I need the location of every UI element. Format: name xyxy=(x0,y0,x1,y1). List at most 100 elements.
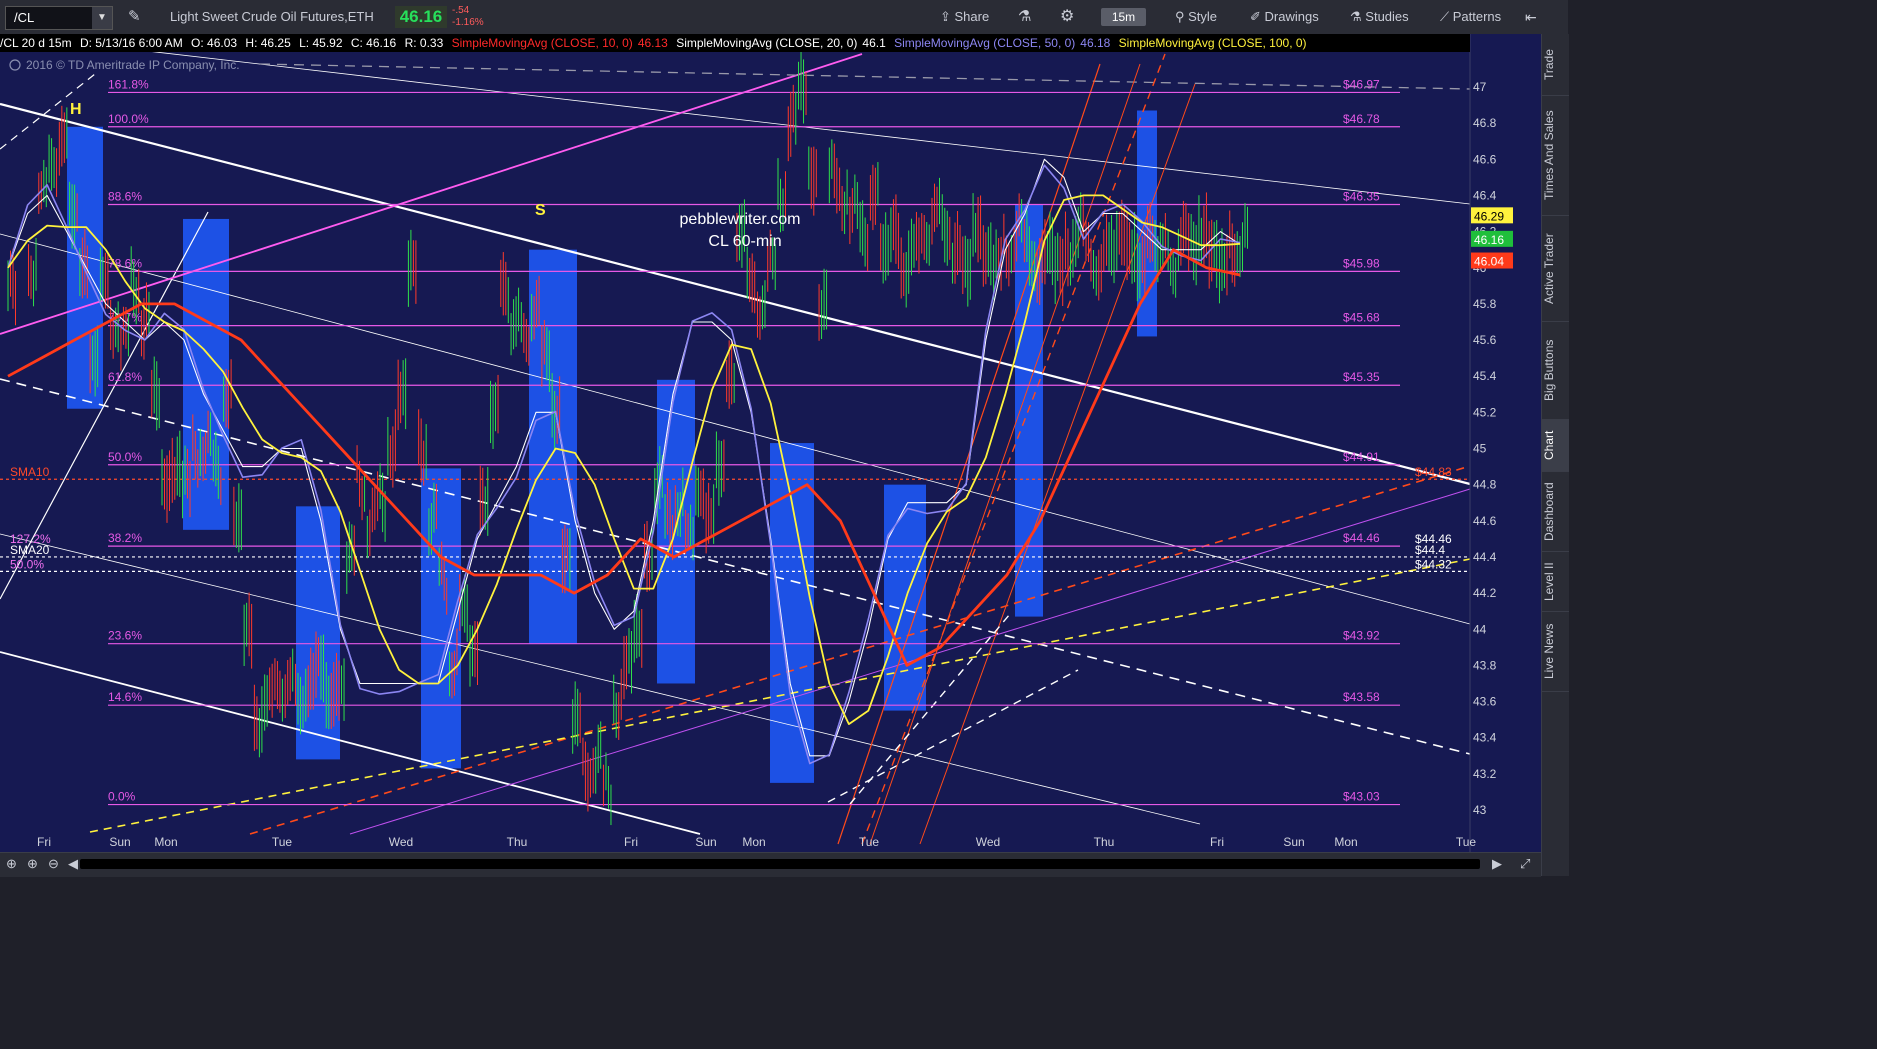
percent-change: -1.16% xyxy=(452,17,484,28)
y-tick-label: 46.4 xyxy=(1473,188,1497,202)
fib-percent-label: 50.0% xyxy=(108,450,142,464)
tab-active-trader[interactable]: Active Trader xyxy=(1542,216,1569,322)
legend-header: /CL 20 d 15m xyxy=(0,36,72,50)
share-button[interactable]: ⇪ Share xyxy=(940,0,989,34)
legend-high: H: 46.25 xyxy=(245,36,291,50)
x-tick-label: Sun xyxy=(1283,835,1304,849)
studies-button[interactable]: ⚗ Studies xyxy=(1350,0,1409,34)
y-tick-label: 46.6 xyxy=(1473,152,1497,166)
top-toolbar: /CL ▼ ✎ Light Sweet Crude Oil Futures,ET… xyxy=(0,0,1568,35)
price-chart[interactable]: 161.8% $46.97 100.0% $46.78 88.6% $46.35 78.6%… xyxy=(0,33,1541,852)
chart-area[interactable]: 161.8% $46.97 100.0% $46.78 88.6% $46.35 78.6%… xyxy=(0,33,1541,852)
x-tick-label: Fri xyxy=(624,835,638,849)
legend-low: L: 45.92 xyxy=(299,36,343,50)
tab-trade[interactable]: Trade xyxy=(1542,34,1569,96)
legend-study-sma10-value: 46.13 xyxy=(637,36,668,50)
trend-line xyxy=(849,613,1011,805)
y-tick-label: 45.2 xyxy=(1473,405,1497,419)
marker-name: 50.0% xyxy=(10,557,44,571)
y-tick-label: 47 xyxy=(1473,80,1487,94)
fib-price-label: $46.97 xyxy=(1343,77,1380,91)
x-tick-label: Tue xyxy=(272,835,293,849)
annotation-h: H xyxy=(70,101,82,118)
patterns-button[interactable]: ⟋ Patterns xyxy=(1440,0,1501,34)
tab-level-ii[interactable]: Level II xyxy=(1542,552,1569,612)
horizontal-scrollbar[interactable] xyxy=(80,859,1480,869)
style-icon: ⚲ xyxy=(1175,9,1189,24)
drawings-button[interactable]: ✐ Drawings xyxy=(1250,0,1319,34)
y-tick-label: 43 xyxy=(1473,803,1487,817)
last-price: 46.16 xyxy=(395,6,447,28)
x-tick-label: Mon xyxy=(742,835,765,849)
fib-percent-label: 61.8% xyxy=(108,370,142,384)
trend-line xyxy=(0,378,1471,755)
chevron-down-icon[interactable]: ▼ xyxy=(92,7,112,29)
pencil-icon[interactable]: ✎ xyxy=(128,0,141,34)
x-tick-label: Fri xyxy=(1210,835,1224,849)
zoom-out-icon[interactable]: ⊖ xyxy=(48,856,59,872)
x-tick-label: Thu xyxy=(507,835,528,849)
fib-price-label: $46.35 xyxy=(1343,189,1380,203)
fib-percent-label: 100.0% xyxy=(108,112,149,126)
legend-range: R: 0.33 xyxy=(404,36,444,50)
y-tick-label: 44.2 xyxy=(1473,586,1497,600)
collapse-icon[interactable]: ⇤ xyxy=(1525,0,1537,34)
legend-study-sma100[interactable]: SimpleMovingAvg (CLOSE, 100, 0) xyxy=(1119,36,1312,50)
price-tag-label: 46.16 xyxy=(1474,233,1504,247)
drawings-label: Drawings xyxy=(1264,9,1319,24)
fib-percent-label: 38.2% xyxy=(108,531,142,545)
tab-big-buttons[interactable]: Big Buttons xyxy=(1542,322,1569,420)
y-tick-label: 44.8 xyxy=(1473,478,1497,492)
style-button[interactable]: ⚲ Style xyxy=(1175,0,1217,34)
fib-percent-label: 23.6% xyxy=(108,629,142,643)
bottom-toolbar: ⊕ ⊕ ⊖ ◀ ▶ ⤢ xyxy=(0,852,1541,877)
trend-line xyxy=(0,651,701,835)
y-tick-label: 45.8 xyxy=(1473,297,1497,311)
legend-date: D: 5/13/16 6:00 AM xyxy=(79,36,183,50)
fib-percent-label: 78.6% xyxy=(108,256,142,270)
tab-times-and-sales[interactable]: Times And Sales xyxy=(1542,96,1569,216)
legend-study-sma10[interactable]: SimpleMovingAvg (CLOSE, 10, 0) xyxy=(452,36,638,50)
x-tick-label: Fri xyxy=(37,835,51,849)
watermark-icon xyxy=(9,59,21,71)
timeframe-button[interactable]: 15m xyxy=(1101,8,1146,26)
patterns-icon: ⟋ xyxy=(1440,9,1453,24)
fib-percent-label: 161.8% xyxy=(108,77,149,91)
x-tick-label: Wed xyxy=(389,835,413,849)
y-tick-label: 45 xyxy=(1473,442,1487,456)
share-icon: ⇪ xyxy=(940,9,955,24)
zoom-tool-icon[interactable]: ⊕ xyxy=(6,856,17,872)
highlight-box xyxy=(884,484,926,711)
y-tick-label: 44 xyxy=(1473,622,1487,636)
y-tick-label: 45.6 xyxy=(1473,333,1497,347)
price-tag-label: 46.29 xyxy=(1474,209,1504,223)
legend-study-sma50[interactable]: SimpleMovingAvg (CLOSE, 50, 0) xyxy=(894,36,1080,50)
x-tick-label: Tue xyxy=(859,835,880,849)
trend-line xyxy=(861,53,1166,845)
flask-icon[interactable]: ⚗ xyxy=(1018,0,1031,34)
legend-study-sma20[interactable]: SimpleMovingAvg (CLOSE, 20, 0) xyxy=(676,36,862,50)
tab-dashboard[interactable]: Dashboard xyxy=(1542,472,1569,552)
legend-close: C: 46.16 xyxy=(350,36,397,50)
fib-price-label: $44.91 xyxy=(1343,450,1380,464)
fib-price-label: $45.98 xyxy=(1343,256,1380,270)
tab-chart[interactable]: Chart xyxy=(1542,420,1569,472)
chart-subtitle: CL 60-min xyxy=(708,233,781,250)
zoom-in-icon[interactable]: ⊕ xyxy=(27,856,38,872)
x-tick-label: Sun xyxy=(109,835,130,849)
scroll-right-icon[interactable]: ▶ xyxy=(1492,856,1502,872)
symbol-value: /CL xyxy=(14,10,35,25)
legend-study-sma50-value: 46.18 xyxy=(1080,36,1111,50)
expand-icon[interactable]: ⤢ xyxy=(1520,856,1530,872)
studies-icon: ⚗ xyxy=(1350,9,1366,24)
tab-live-news[interactable]: Live News xyxy=(1542,612,1569,692)
gear-icon[interactable]: ⚙ xyxy=(1060,0,1074,34)
y-tick-label: 43.4 xyxy=(1473,731,1497,745)
fib-price-label: $44.46 xyxy=(1343,531,1380,545)
scroll-left-icon[interactable]: ◀ xyxy=(68,856,78,872)
fib-price-label: $46.78 xyxy=(1343,112,1380,126)
symbol-input[interactable]: /CL ▼ xyxy=(5,6,113,30)
marker-value: $44.83 xyxy=(1415,465,1452,479)
trend-line xyxy=(827,669,1079,803)
instrument-name: Light Sweet Crude Oil Futures,ETH xyxy=(170,9,374,24)
